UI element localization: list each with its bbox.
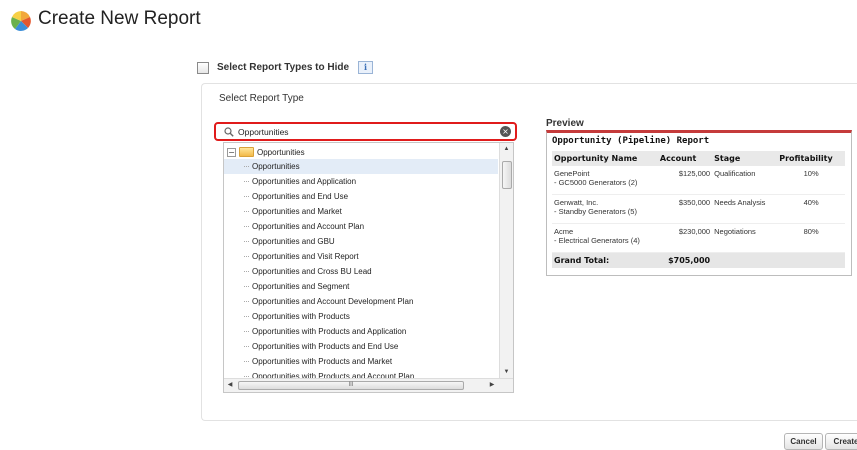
tree-item[interactable]: Opportunities and Market (224, 204, 498, 219)
tree-item[interactable]: Opportunities and Account Plan (224, 219, 498, 234)
tree-item[interactable]: Opportunities with Products and End Use (224, 339, 498, 354)
column-header: Account (657, 151, 713, 166)
opportunity-name: GenePoint (554, 169, 590, 178)
opportunity-name: Genwatt, Inc. (554, 198, 599, 207)
search-icon (224, 126, 234, 137)
account-value: $230,000 (657, 223, 713, 253)
scroll-up-icon[interactable]: ▲ (500, 143, 513, 155)
stage-value: Negotiations (712, 223, 778, 253)
tree-item[interactable]: Opportunities and Visit Report (224, 249, 498, 264)
tree-item[interactable]: Opportunities and End Use (224, 189, 498, 204)
info-icon[interactable]: i (358, 61, 374, 74)
grand-total-label: Grand Total: (552, 252, 658, 268)
horizontal-scrollbar[interactable]: ◀ III ▶ (224, 378, 513, 392)
preview-table: Opportunity Name Account Stage Profitabi… (552, 151, 845, 268)
report-type-tree: − Opportunities Opportunities Opportunit… (223, 142, 514, 393)
stage-value: Needs Analysis (712, 194, 778, 224)
profitability-value: 40% (777, 194, 845, 224)
report-preview: Opportunity (Pipeline) Report Opportunit… (546, 130, 852, 276)
scroll-left-icon[interactable]: ◀ (224, 379, 236, 391)
tree-item[interactable]: Opportunities (224, 159, 498, 174)
opportunity-product: - Electrical Generators (4) (554, 236, 640, 245)
column-header: Stage (712, 151, 778, 166)
profitability-value: 80% (777, 223, 845, 253)
grand-total-row: Grand Total: $705,000 (552, 252, 845, 268)
tree-item[interactable]: Opportunities and GBU (224, 234, 498, 249)
vertical-scrollbar[interactable]: ▲ ▼ (499, 143, 513, 378)
grand-total-value: $705,000 (657, 252, 713, 268)
column-header: Profitability (777, 151, 845, 166)
hide-report-types-label: Select Report Types to Hide (217, 62, 350, 73)
vertical-scroll-thumb[interactable] (502, 161, 512, 189)
account-value: $125,000 (657, 166, 713, 195)
tree-item[interactable]: Opportunities and Account Development Pl… (224, 294, 498, 309)
preview-label: Preview (546, 118, 584, 129)
preview-report-title: Opportunity (Pipeline) Report (552, 136, 710, 146)
tree-item[interactable]: Opportunities and Application (224, 174, 498, 189)
tree-item[interactable]: Opportunities with Products and Applicat… (224, 324, 498, 339)
scroll-down-icon[interactable]: ▼ (500, 366, 513, 378)
tree-root-node[interactable]: − Opportunities (224, 145, 498, 159)
tree-root-label: Opportunities (257, 147, 305, 157)
search-input[interactable] (238, 125, 500, 138)
report-logo-icon (10, 10, 32, 32)
report-type-search: × (214, 122, 517, 141)
opportunity-product: - Standby Generators (5) (554, 207, 637, 216)
opportunity-product: - GC5000 Generators (2) (554, 178, 638, 187)
column-header: Opportunity Name (552, 151, 658, 166)
profitability-value: 10% (777, 166, 845, 195)
tree-item[interactable]: Opportunities and Segment (224, 279, 498, 294)
select-report-type-label: Select Report Type (219, 93, 304, 104)
collapse-icon[interactable]: − (227, 147, 236, 157)
stage-value: Qualification (712, 166, 778, 195)
page-title: Create New Report (38, 8, 201, 29)
table-row: Acme - Electrical Generators (4) $230,000… (552, 223, 845, 253)
scroll-right-icon[interactable]: ▶ (486, 379, 498, 391)
tree-item[interactable]: Opportunities and Cross BU Lead (224, 264, 498, 279)
table-row: Genwatt, Inc. - Standby Generators (5) $3… (552, 194, 845, 224)
hide-report-types-row: Select Report Types to Hide i (197, 61, 374, 74)
tree-item[interactable]: Opportunities with Products and Market (224, 354, 498, 369)
horizontal-scroll-thumb[interactable]: III (238, 381, 464, 390)
folder-icon (239, 147, 254, 157)
hide-report-types-checkbox[interactable] (197, 61, 209, 74)
clear-search-icon[interactable]: × (500, 126, 511, 137)
tree-item[interactable]: Opportunities with Products (224, 309, 498, 324)
table-row: GenePoint - GC5000 Generators (2) $125,00… (552, 166, 845, 195)
account-value: $350,000 (657, 194, 713, 224)
opportunity-name: Acme (554, 227, 574, 236)
create-button[interactable]: Create (825, 433, 857, 450)
cancel-button[interactable]: Cancel (784, 433, 823, 450)
